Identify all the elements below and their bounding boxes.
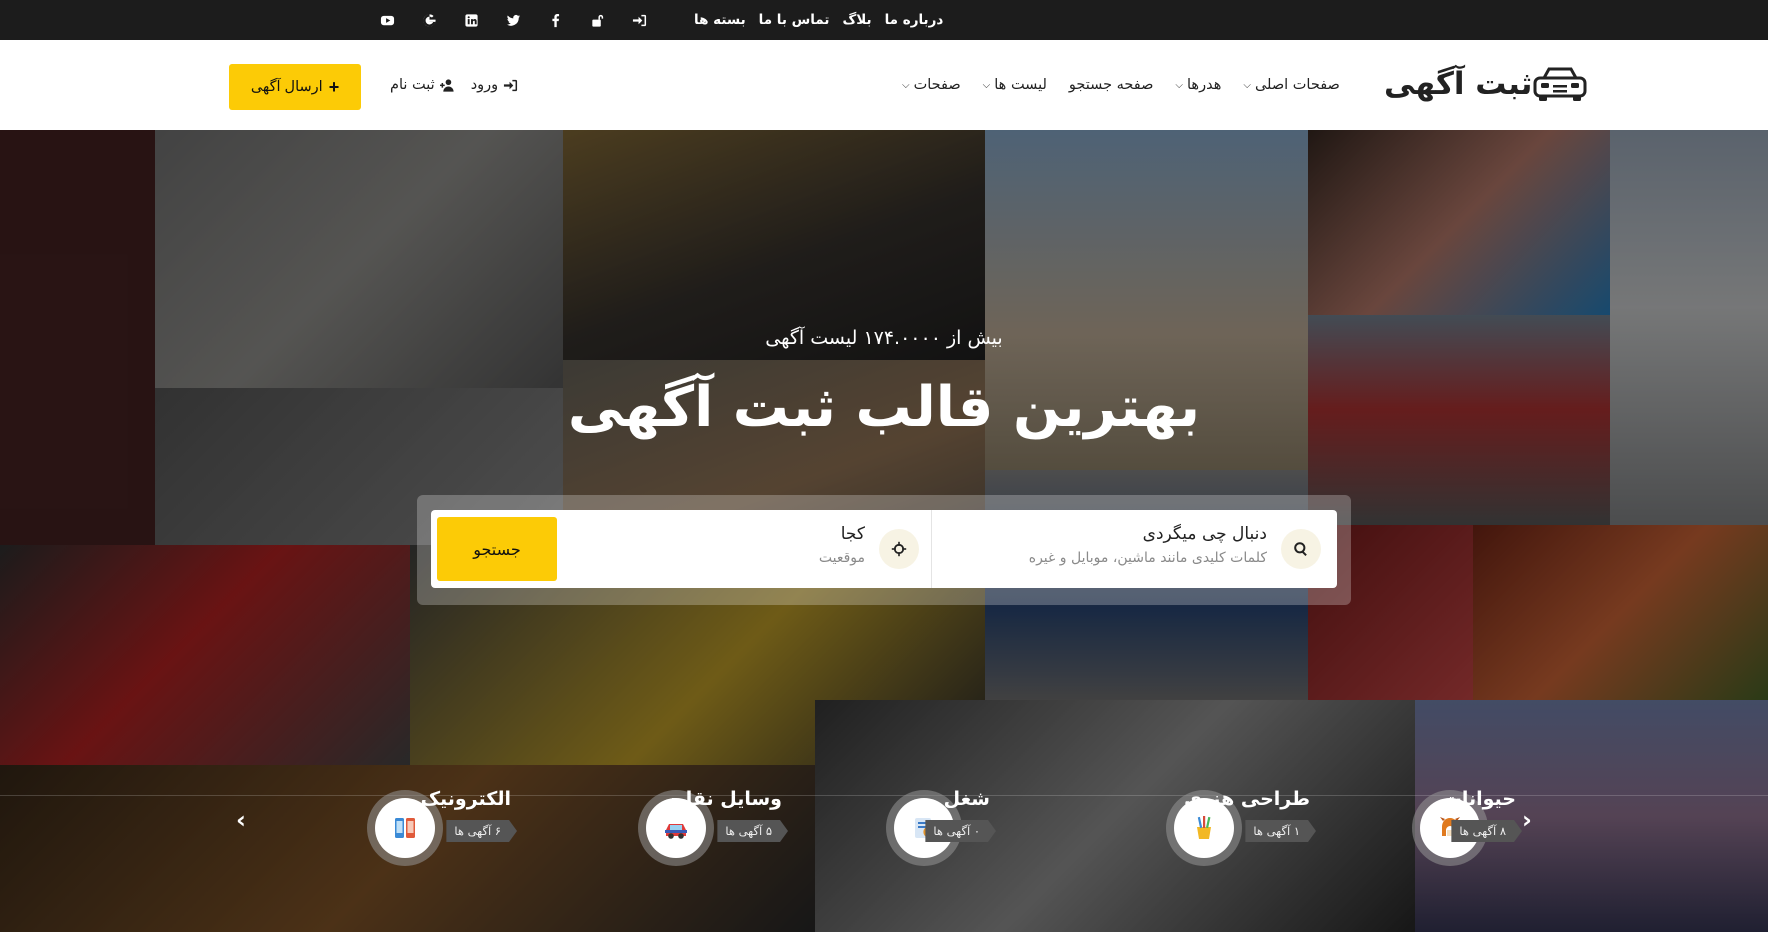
category-name: حیوانات — [1442, 788, 1516, 810]
register-link[interactable]: ثبت نام — [390, 77, 455, 93]
youtube-icon[interactable] — [366, 0, 408, 40]
unlock-icon[interactable] — [576, 0, 618, 40]
site-logo[interactable]: ثبت آگهی — [1378, 58, 1588, 110]
main-nav: صفحات اصلی ⌵ هدرها ⌵ صفحه جستجو لیست ها ⌵ ص… — [880, 40, 1340, 130]
category-item-art-design[interactable]: طراحی هنری ۱ آگهی ها — [1166, 778, 1406, 868]
plus-icon: + — [328, 76, 340, 97]
twitter-icon[interactable] — [492, 0, 534, 40]
electronics-icon — [395, 818, 415, 838]
car-icon — [665, 824, 687, 839]
category-item-pets[interactable]: حیوانات ۸ آگهی ها — [1412, 778, 1612, 868]
top-link-about[interactable]: درباره ما — [885, 12, 944, 28]
category-item-electronics[interactable]: الکترونیک ۶ آگهی ها — [367, 778, 607, 868]
category-carousel: › حیوانات ۸ آگهی ها طراحی هنری ۱ آگهی ها — [0, 130, 1768, 932]
hero-section: بیش از ۱۷۴.۰۰۰۰ لیست آگهی بهترین قالب ثب… — [0, 130, 1768, 932]
category-item-vehicles[interactable]: وسایل نقلیه ۵ آگهی ها — [638, 778, 878, 868]
category-count-badge: ۰ آگهی ها — [925, 820, 996, 842]
nav-item-main-pages[interactable]: صفحات اصلی ⌵ — [1243, 77, 1340, 93]
top-link-blog[interactable]: بلاگ — [842, 12, 871, 28]
main-header: ثبت آگهی صفحات اصلی ⌵ هدرها ⌵ صفحه جستجو ل… — [0, 40, 1768, 130]
top-bar: درباره ما بلاگ تماس با ما بسته ها — [0, 0, 1768, 40]
category-count-badge: ۶ آگهی ها — [446, 820, 517, 842]
top-links: درباره ما بلاگ تماس با ما بسته ها — [681, 0, 943, 40]
chevron-down-icon: ⌵ — [1243, 79, 1251, 91]
social-links — [366, 0, 660, 40]
nav-item-search-page[interactable]: صفحه جستجو — [1069, 77, 1154, 93]
category-count-badge: ۵ آگهی ها — [717, 820, 788, 842]
nav-item-pages[interactable]: صفحات ⌵ — [902, 77, 961, 93]
category-name: الکترونیک — [420, 788, 511, 810]
login-link[interactable]: ورود — [471, 77, 518, 93]
logo-text: ثبت آگهی — [1384, 66, 1533, 102]
top-link-packages[interactable]: بسته ها — [694, 12, 746, 28]
category-name: طراحی هنری — [1184, 788, 1310, 810]
chevron-down-icon: ⌵ — [982, 79, 991, 91]
post-ad-button[interactable]: + ارسال آگهی — [229, 64, 361, 110]
category-item-job[interactable]: شغل ۰ آگهی ها — [886, 778, 1086, 868]
nav-item-headers[interactable]: هدرها ⌵ — [1175, 77, 1221, 93]
top-link-contact[interactable]: تماس با ما — [759, 12, 830, 28]
nav-item-lists[interactable]: لیست ها ⌵ — [983, 77, 1047, 93]
chevron-down-icon: ⌵ — [902, 79, 910, 91]
chevron-down-icon: ⌵ — [1175, 79, 1184, 91]
user-links: ورود ثبت نام — [374, 40, 518, 130]
linkedin-icon[interactable] — [450, 0, 492, 40]
category-count-badge: ۱ آگهی ها — [1245, 820, 1316, 842]
category-name: وسایل نقلیه — [665, 788, 782, 810]
category-count-badge: ۸ آگهی ها — [1451, 820, 1522, 842]
car-logo-icon — [1533, 67, 1587, 101]
google-icon[interactable] — [408, 0, 450, 40]
user-plus-icon — [439, 78, 454, 92]
category-name: شغل — [943, 788, 990, 810]
sign-in-icon — [504, 79, 518, 91]
login-icon[interactable] — [618, 0, 660, 40]
art-icon — [1197, 816, 1211, 839]
facebook-icon[interactable] — [534, 0, 576, 40]
carousel-prev-arrow[interactable]: ‹ — [226, 800, 256, 840]
